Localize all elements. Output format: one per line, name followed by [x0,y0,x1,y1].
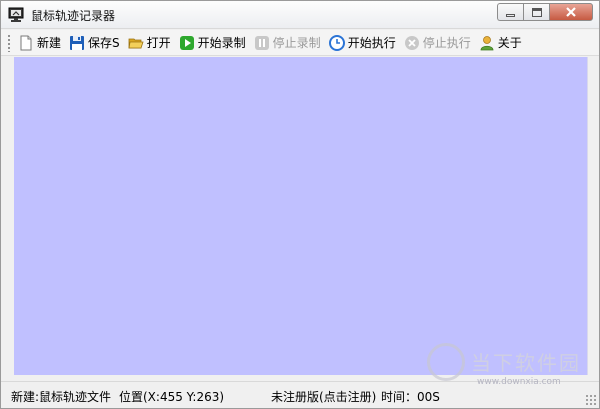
status-register-link[interactable]: 未注册版(点击注册) [271,388,376,405]
play-icon [179,35,195,51]
app-window: 鼠标轨迹记录器 新建 保存S 打开 开始录制 停止录制 开始执行 停止执行 关于… [0,0,600,409]
new-button[interactable]: 新建 [15,32,66,54]
open-folder-icon [128,35,144,51]
clock-icon [328,34,345,51]
stop-execute-button[interactable]: 停止执行 [401,32,476,54]
start-execute-label: 开始执行 [347,36,396,50]
window-controls [497,3,593,23]
pause-icon [254,35,270,51]
stop-record-label: 停止录制 [272,36,321,50]
minimize-button[interactable] [497,3,523,21]
stop-record-button[interactable]: 停止录制 [251,32,326,54]
stop-circle-icon [404,35,420,51]
status-position: 位置(X:455 Y:263) [119,390,225,404]
maximize-button[interactable] [523,3,549,21]
window-title: 鼠标轨迹记录器 [31,9,116,23]
toolbar-grip[interactable] [7,33,11,52]
status-time: 时间：00S [381,390,440,404]
stop-execute-label: 停止执行 [422,36,471,50]
maximize-icon [531,7,542,17]
close-button[interactable] [549,3,593,21]
status-file: 新建:鼠标轨迹文件 [11,390,112,404]
status-bar: 新建:鼠标轨迹文件 位置(X:455 Y:263) 未注册版(点击注册) 时间：… [1,381,599,408]
floppy-disk-icon [69,35,85,51]
new-label: 新建 [37,36,62,50]
minimize-icon [506,13,515,17]
start-record-button[interactable]: 开始录制 [176,32,251,54]
save-label: 保存S [88,36,120,50]
open-label: 打开 [146,36,171,50]
user-icon [479,35,495,51]
start-execute-button[interactable]: 开始执行 [326,32,401,54]
resize-grip[interactable] [585,394,597,406]
close-icon [566,7,576,17]
title-bar[interactable]: 鼠标轨迹记录器 [1,1,599,29]
app-monitor-icon [8,7,24,23]
start-record-label: 开始录制 [197,36,246,50]
new-file-icon [18,35,34,51]
toolbar: 新建 保存S 打开 开始录制 停止录制 开始执行 停止执行 关于 [1,30,599,56]
about-label: 关于 [497,36,522,50]
recording-canvas[interactable] [14,57,588,375]
about-button[interactable]: 关于 [476,32,527,54]
save-button[interactable]: 保存S [66,32,125,54]
open-button[interactable]: 打开 [125,32,176,54]
